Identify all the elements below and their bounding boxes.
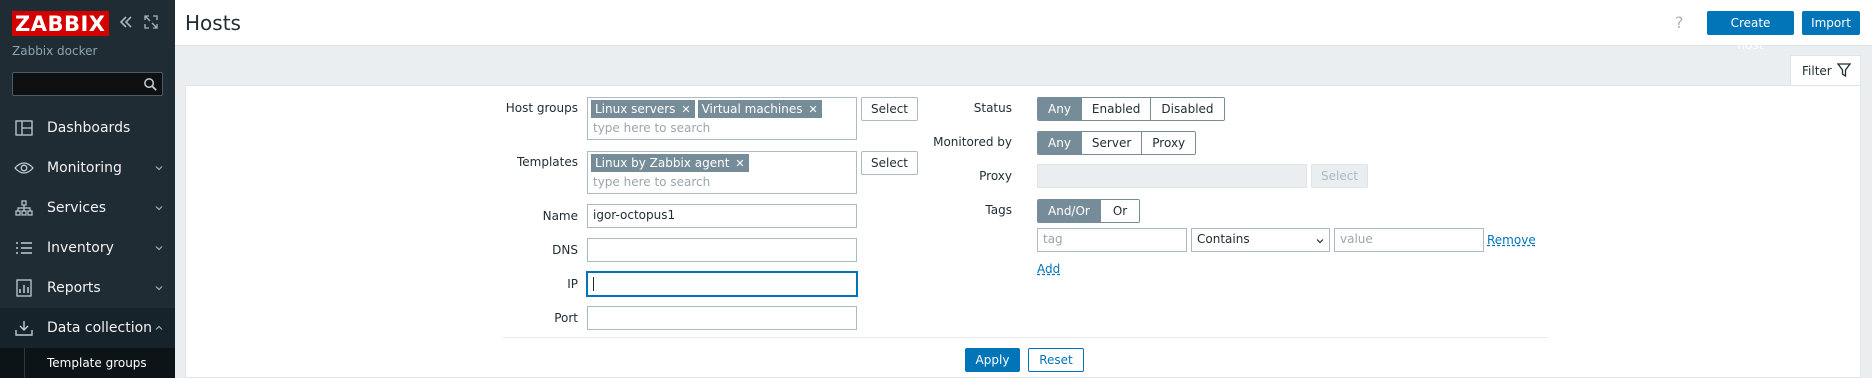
kiosk-mode-icon[interactable]: [143, 14, 159, 30]
tags-and-or[interactable]: And/Or: [1038, 200, 1100, 222]
templates-multiselect[interactable]: Linux by Zabbix agent ✕ type here to sear…: [587, 151, 857, 194]
status-enabled[interactable]: Enabled: [1080, 98, 1151, 120]
page-header: Hosts ? Create host Import: [175, 0, 1872, 52]
search-icon[interactable]: [143, 77, 158, 92]
chip-label: Virtual machines: [701, 102, 803, 116]
host-groups-label: Host groups: [505, 101, 578, 115]
remove-chip-icon[interactable]: ✕: [808, 101, 817, 119]
chip-label: Linux servers: [595, 102, 676, 116]
chip-linux-servers: Linux servers ✕: [591, 100, 695, 118]
proxy-multiselect: [1037, 164, 1307, 188]
chip-virtual-machines: Virtual machines ✕: [697, 100, 822, 119]
status-any[interactable]: Any: [1038, 98, 1081, 120]
filter-divider: [502, 337, 1548, 338]
dns-input[interactable]: [587, 238, 857, 262]
services-icon: [14, 198, 34, 218]
nav-label: Inventory: [47, 240, 114, 256]
tag-operator-select[interactable]: Contains: [1191, 228, 1330, 252]
chevron-down-icon: [155, 286, 163, 291]
import-button[interactable]: Import: [1802, 11, 1860, 35]
list-icon: [14, 238, 34, 258]
chevron-down-icon: [155, 206, 163, 211]
filter-panel: Host groups Linux servers ✕ Virtual machin…: [185, 85, 1861, 378]
sidebar-search-input[interactable]: [12, 72, 163, 96]
monitored-by-proxy[interactable]: Proxy: [1141, 132, 1196, 154]
nav-item-dashboards[interactable]: Dashboards: [0, 108, 175, 148]
monitored-by-radio-group: Any Server Proxy: [1037, 131, 1197, 155]
remove-chip-icon[interactable]: ✕: [681, 101, 690, 119]
nav-item-services[interactable]: Services: [0, 188, 175, 228]
reports-icon: [14, 278, 34, 298]
tag-operator-value: Contains: [1197, 232, 1250, 246]
dns-label: DNS: [552, 243, 578, 257]
collapse-sidebar-icon[interactable]: [118, 14, 134, 30]
remove-chip-icon[interactable]: ✕: [735, 155, 744, 173]
filter-tab[interactable]: Filter: [1790, 55, 1861, 86]
monitored-by-label: Monitored by: [933, 135, 1012, 149]
filter-icon: [1837, 63, 1851, 77]
nav-subitem-template-groups[interactable]: Template groups: [0, 348, 175, 378]
port-label: Port: [554, 311, 578, 325]
monitored-by-server[interactable]: Server: [1080, 132, 1142, 154]
download-icon: [14, 318, 34, 338]
chip-linux-by-zabbix-agent: Linux by Zabbix agent ✕: [591, 154, 749, 172]
nav-label: Data collection: [47, 320, 153, 336]
apply-button[interactable]: Apply: [965, 348, 1020, 372]
nav-item-reports[interactable]: Reports: [0, 268, 175, 308]
templates-search-input[interactable]: type here to search: [588, 172, 856, 192]
eye-icon: [14, 158, 34, 178]
chevron-down-icon: [155, 246, 163, 251]
dashboards-icon: [14, 118, 34, 138]
help-icon[interactable]: ?: [1675, 13, 1691, 32]
page-title: Hosts: [185, 11, 241, 35]
status-radio-group: Any Enabled Disabled: [1037, 97, 1225, 121]
main-nav: Dashboards Monitoring Services Inventory…: [0, 108, 175, 378]
create-host-button[interactable]: Create host: [1707, 11, 1794, 52]
chevron-down-icon: [1316, 239, 1324, 244]
templates-label: Templates: [516, 155, 578, 169]
nav-item-inventory[interactable]: Inventory: [0, 228, 175, 268]
nav-label: Reports: [47, 280, 101, 296]
tags-evaltype-radio-group: And/Or Or: [1037, 199, 1141, 223]
name-input[interactable]: igor-octopus1: [587, 204, 857, 228]
remove-tag-link[interactable]: Remove: [1487, 233, 1536, 247]
server-name: Zabbix docker: [12, 44, 98, 58]
tag-name-input[interactable]: tag: [1037, 228, 1187, 252]
port-input[interactable]: [587, 306, 857, 330]
tags-or[interactable]: Or: [1099, 200, 1140, 222]
reset-button[interactable]: Reset: [1028, 348, 1084, 372]
nav-label: Monitoring: [47, 160, 122, 176]
host-groups-search-input[interactable]: type here to search: [588, 118, 856, 138]
chip-label: Linux by Zabbix agent: [595, 156, 730, 170]
text-cursor: [593, 277, 594, 291]
ip-input[interactable]: [587, 272, 857, 296]
nav-label: Services: [47, 200, 107, 216]
nav-item-monitoring[interactable]: Monitoring: [0, 148, 175, 188]
zabbix-logo[interactable]: ZABBIX: [12, 11, 109, 36]
nav-item-data-collection[interactable]: Data collection: [0, 308, 175, 348]
nav-label: Dashboards: [47, 120, 131, 136]
tag-value-input[interactable]: value: [1334, 228, 1484, 252]
name-label: Name: [542, 209, 578, 223]
status-disabled[interactable]: Disabled: [1150, 98, 1224, 120]
tags-label: Tags: [985, 203, 1012, 217]
sidebar: ZABBIX Zabbix docker Dashboards Monitori…: [0, 0, 175, 378]
add-tag-link[interactable]: Add: [1037, 262, 1060, 276]
chevron-up-icon: [155, 325, 163, 330]
chevron-down-icon: [155, 166, 163, 171]
filter-tab-label: Filter: [1802, 64, 1832, 78]
proxy-select-button: Select: [1311, 164, 1368, 188]
ip-label: IP: [567, 277, 578, 291]
proxy-label: Proxy: [979, 169, 1012, 183]
monitored-by-any[interactable]: Any: [1038, 132, 1081, 154]
host-groups-multiselect[interactable]: Linux servers ✕ Virtual machines ✕ type her…: [587, 97, 857, 140]
status-label: Status: [973, 101, 1012, 115]
